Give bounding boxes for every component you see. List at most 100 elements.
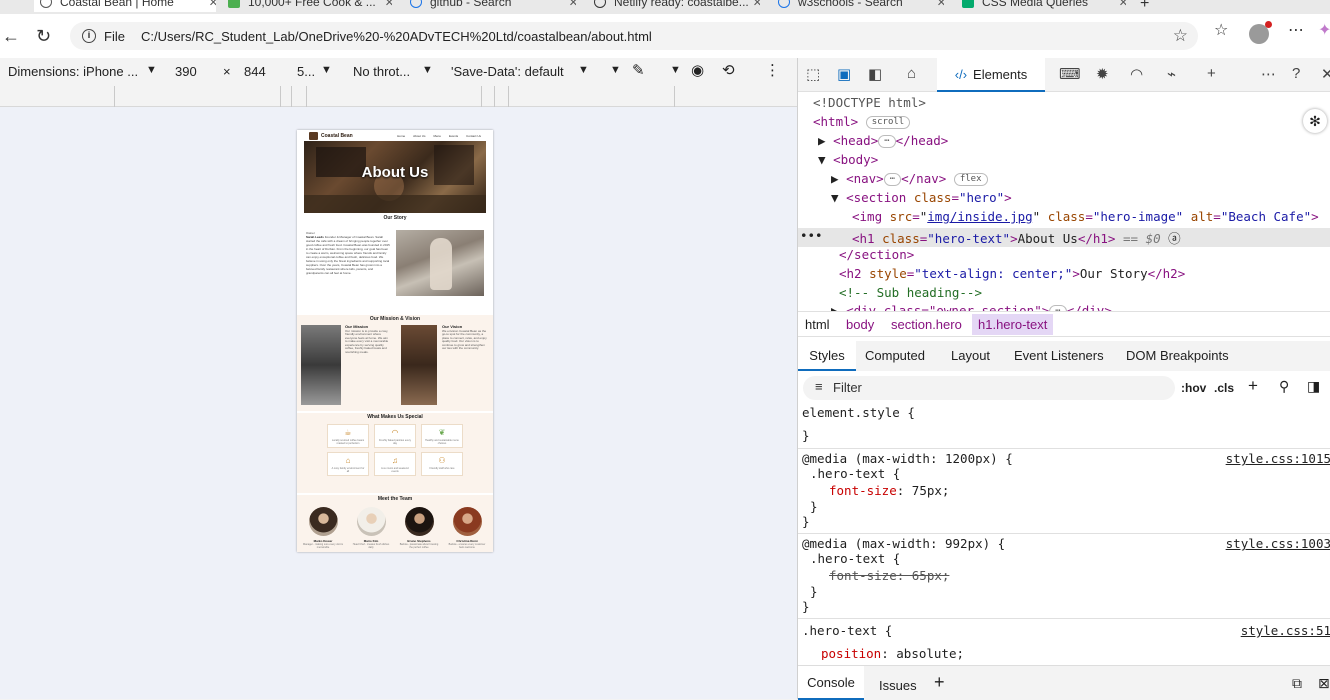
copilot-icon[interactable]: ✦ xyxy=(1318,20,1330,40)
more-icon[interactable]: ⋯ xyxy=(1288,20,1304,40)
accessibility-float-icon[interactable]: ✻ xyxy=(1303,109,1327,133)
close-icon[interactable]: ✕ xyxy=(753,0,760,9)
dom-body[interactable]: ▼ <body> xyxy=(818,152,878,167)
scroll-badge[interactable]: scroll xyxy=(865,116,911,129)
address-bar[interactable]: i File C:/Users/RC_Student_Lab/OneDrive%… xyxy=(70,22,1198,50)
chevron-down-icon[interactable]: ▼ xyxy=(670,64,681,76)
browser-tab-github[interactable]: github - Search ✕ xyxy=(404,0,576,12)
height-input[interactable]: 844 xyxy=(244,64,266,79)
rule-hero-text[interactable]: .hero-text { style.css:51 position: abso… xyxy=(798,619,1330,660)
browser-tab-cook[interactable]: 10,000+ Free Cook & ... ✕ xyxy=(222,0,392,12)
url-text[interactable]: C:/Users/RC_Student_Lab/OneDrive%20-%20A… xyxy=(141,29,652,44)
browser-tab-w3schools[interactable]: w3schools - Search ✕ xyxy=(772,0,944,12)
browser-tab-css-media[interactable]: CSS Media Queries ✕ xyxy=(956,0,1126,12)
save-data-dropdown[interactable]: 'Save-Data': default xyxy=(451,64,564,79)
dom-div-partial[interactable]: ▶ <div class="owner-section"> ⋯ </div> xyxy=(831,303,1112,311)
dom-section-hero[interactable]: ▼ <section class="hero"> xyxy=(831,190,1012,205)
throttle-dropdown[interactable]: No throt... xyxy=(353,64,410,79)
chevron-down-icon[interactable]: ▼ xyxy=(321,64,332,76)
zoom-dropdown[interactable]: 5... xyxy=(297,64,315,79)
add-drawer-tab-icon[interactable]: + xyxy=(934,672,945,693)
performance-icon[interactable]: ⌁ xyxy=(1167,65,1176,83)
flex-badge[interactable]: flex xyxy=(953,173,988,186)
rule-media-992[interactable]: @media (max-width: 992px) { style.css:10… xyxy=(798,534,1330,619)
hov-toggle[interactable]: :hov xyxy=(1181,381,1206,395)
breadcrumb-h1[interactable]: h1.hero-text xyxy=(972,314,1054,335)
rule-element-style[interactable]: element.style { } xyxy=(798,404,1330,449)
dom-comment[interactable]: <!-- Sub heading--> xyxy=(839,285,982,300)
dom-nav[interactable]: ▶ <nav> ⋯ </nav> flex xyxy=(831,171,988,186)
rule-media-1200[interactable]: @media (max-width: 1200px) { style.css:1… xyxy=(798,449,1330,534)
overridden-property[interactable]: font-size: 65px; xyxy=(829,568,949,583)
dom-h1-selected[interactable]: ••• <h1 class="hero-text">About Us</h1> =… xyxy=(798,228,1330,247)
close-icon[interactable]: ✕ xyxy=(385,0,392,9)
browser-tab-netlify[interactable]: Netlify ready: coastalbe... ✕ xyxy=(588,0,760,12)
dock-icon[interactable]: ◧ xyxy=(868,65,882,83)
back-arrow-icon[interactable]: ← xyxy=(2,26,20,47)
add-tool-icon[interactable]: + xyxy=(1207,65,1216,82)
nav-link-about[interactable]: About Us xyxy=(413,134,425,138)
nav-link-events[interactable]: Events xyxy=(449,134,458,138)
dimensions-dropdown[interactable]: Dimensions: iPhone ... xyxy=(8,64,138,79)
tab-issues[interactable]: Issues xyxy=(879,678,917,693)
dom-h2[interactable]: <h2 style="text-align: center;">Our Stor… xyxy=(839,266,1185,281)
tab-computed[interactable]: Computed xyxy=(865,348,925,363)
avatar[interactable] xyxy=(1249,21,1272,44)
chevron-down-icon[interactable]: ▼ xyxy=(610,64,621,76)
welcome-home-icon[interactable]: ⌂ xyxy=(907,65,916,82)
width-input[interactable]: 390 xyxy=(175,64,197,79)
undock-icon[interactable]: ⧉ xyxy=(1292,675,1302,692)
nav-link-home[interactable]: Home xyxy=(397,134,405,138)
close-devtools-icon[interactable]: ✕ xyxy=(1321,65,1330,83)
close-drawer-icon[interactable]: ⊠ xyxy=(1318,675,1330,692)
new-tab-icon[interactable]: + xyxy=(1140,0,1149,14)
favorites-icon[interactable]: ☆ xyxy=(1214,20,1228,40)
eyedropper-icon[interactable]: ✎ xyxy=(632,61,645,79)
close-icon[interactable]: ✕ xyxy=(569,0,576,9)
help-icon[interactable]: ? xyxy=(1292,65,1300,82)
nav-link-contact[interactable]: Contact Us xyxy=(466,134,481,138)
source-link[interactable]: style.css:1015 xyxy=(1226,451,1330,466)
tab-console[interactable]: Console xyxy=(798,666,864,700)
tab-dom-breakpoints[interactable]: DOM Breakpoints xyxy=(1126,348,1229,363)
breadcrumb-html[interactable]: html xyxy=(805,317,830,332)
styles-filter-input[interactable]: ≡ Filter xyxy=(803,376,1175,400)
console-icon[interactable]: ⌨ xyxy=(1059,65,1081,83)
breadcrumb-section[interactable]: section.hero xyxy=(891,317,962,332)
inspect-icon[interactable]: ⬚ xyxy=(806,65,820,83)
chevron-down-icon[interactable]: ▼ xyxy=(146,64,157,76)
img-src-link[interactable]: img/inside.jpg xyxy=(927,209,1032,224)
nav-link-menu[interactable]: Menu xyxy=(433,134,441,138)
dom-head[interactable]: ▶ <head> ⋯ </head> xyxy=(818,133,948,148)
more-options-icon[interactable]: ⋮ xyxy=(765,61,780,79)
close-icon[interactable]: ✕ xyxy=(937,0,944,9)
tab-styles[interactable]: Styles xyxy=(798,341,856,371)
dom-doctype[interactable]: <!DOCTYPE html> xyxy=(813,95,926,110)
refresh-icon[interactable]: ↻ xyxy=(36,26,51,47)
tab-elements[interactable]: ‹/› Elements xyxy=(937,58,1045,92)
chevron-down-icon[interactable]: ▼ xyxy=(578,64,589,76)
source-link[interactable]: style.css:51 xyxy=(1241,623,1330,638)
network-wifi-icon[interactable]: ◠ xyxy=(1130,65,1143,83)
paint-icon[interactable]: ⚲ xyxy=(1279,378,1289,395)
browser-tab-coastal-bean[interactable]: Coastal Bean | Home ✕ xyxy=(34,0,216,12)
new-rule-icon[interactable]: + xyxy=(1248,376,1258,396)
close-icon[interactable]: ✕ xyxy=(1119,0,1126,9)
bug-icon[interactable]: ✹ xyxy=(1096,65,1109,83)
eye-icon[interactable]: ◉ xyxy=(691,61,704,79)
rotate-icon[interactable]: ⟲ xyxy=(722,61,735,79)
source-link[interactable]: style.css:1003 xyxy=(1226,536,1330,551)
more-tools-icon[interactable]: ⋯ xyxy=(1261,65,1276,83)
close-icon[interactable]: ✕ xyxy=(209,0,216,9)
sidebar-toggle-icon[interactable]: ◨ xyxy=(1307,378,1320,395)
device-toggle-icon[interactable]: ▣ xyxy=(837,65,851,83)
cls-toggle[interactable]: .cls xyxy=(1214,381,1234,395)
dom-html[interactable]: <html> scroll xyxy=(813,114,911,129)
dom-img[interactable]: <img src="img/inside.jpg" class="hero-im… xyxy=(852,209,1319,224)
favorite-star-icon[interactable]: ☆ xyxy=(1173,26,1188,46)
tab-layout[interactable]: Layout xyxy=(951,348,990,363)
chevron-down-icon[interactable]: ▼ xyxy=(422,64,433,76)
dom-section-close[interactable]: </section> xyxy=(839,247,914,262)
breadcrumb-body[interactable]: body xyxy=(846,317,874,332)
tab-event-listeners[interactable]: Event Listeners xyxy=(1014,348,1104,363)
